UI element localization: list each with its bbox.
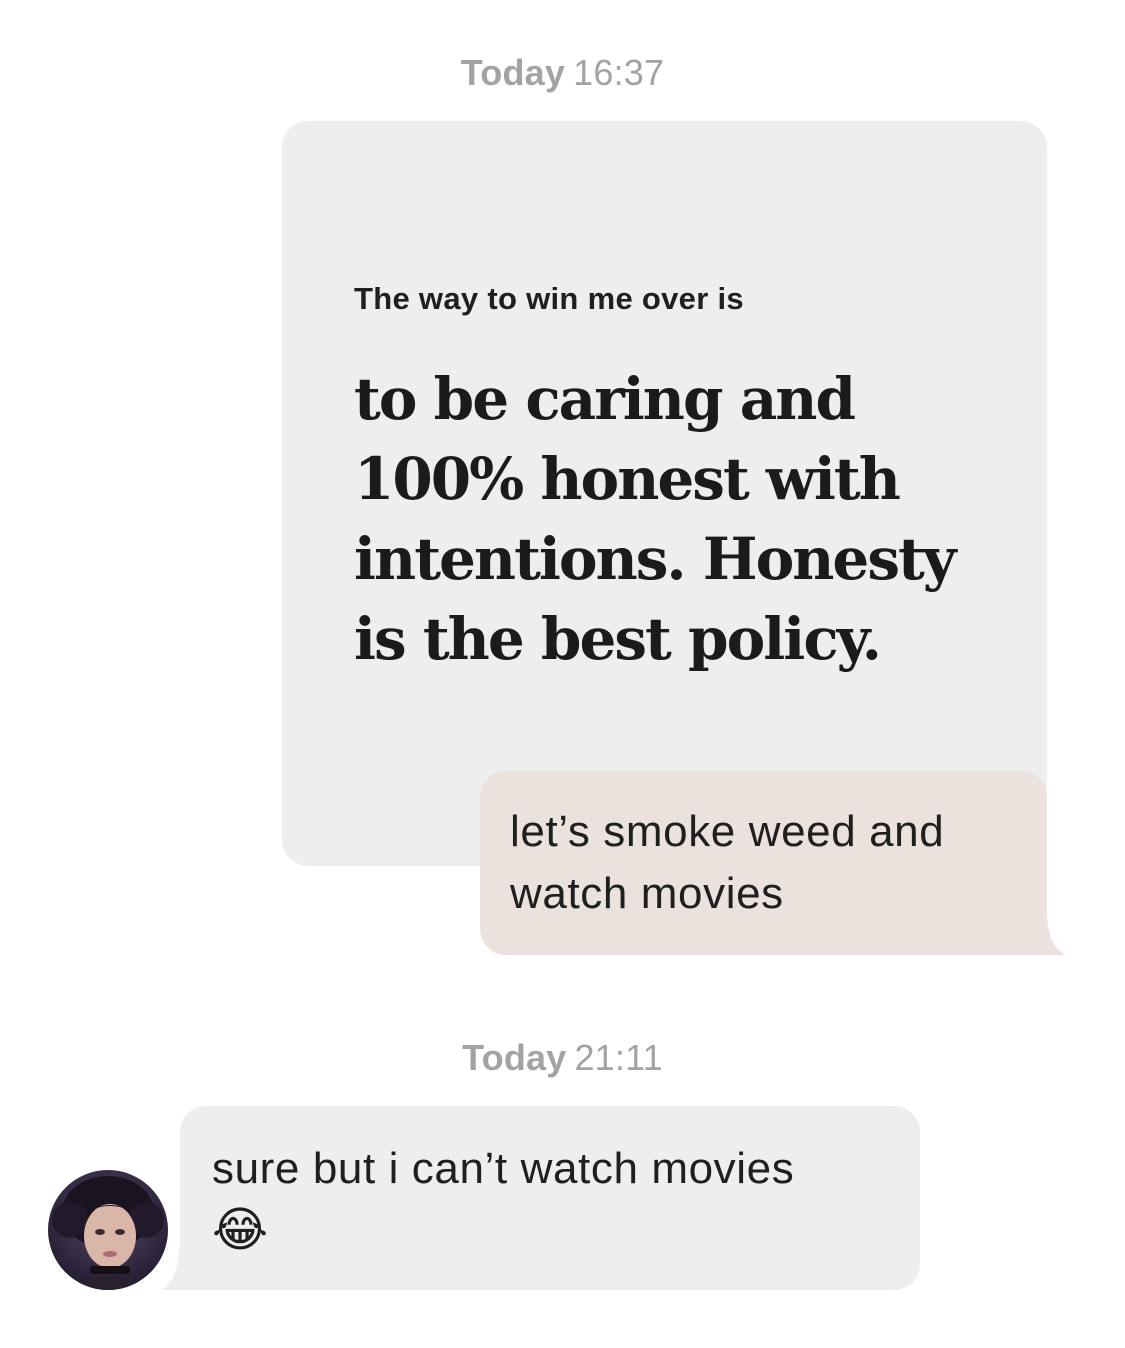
- timestamp-time: 16:37: [573, 52, 665, 93]
- incoming-message-text: sure but i can’t watch movies 😂: [212, 1138, 902, 1263]
- prompt-answer: to be caring and 100% honest with intent…: [354, 365, 956, 673]
- profile-photo-avatar: [48, 1170, 168, 1290]
- avatar[interactable]: [48, 1170, 168, 1290]
- incoming-message-body: sure but i can’t watch movies: [212, 1144, 795, 1193]
- timestamp-time: 21:11: [574, 1037, 663, 1078]
- outgoing-message-bubble[interactable]: let’s smoke weed and watch movies: [480, 771, 1047, 955]
- timestamp-day: Today: [462, 1037, 567, 1078]
- prompt-question: The way to win me over is: [354, 281, 744, 316]
- prompt-card[interactable]: The way to win me over is to be caring a…: [282, 121, 1047, 866]
- timestamp-1: Today 16:37: [0, 52, 1125, 94]
- incoming-message-bubble[interactable]: sure but i can’t watch movies 😂: [180, 1106, 920, 1290]
- incoming-bubble-tail: [160, 1250, 200, 1290]
- timestamp-2: Today 21:11: [0, 1037, 1125, 1079]
- laughing-crying-emoji-icon: 😂: [212, 1204, 269, 1257]
- timestamp-day: Today: [460, 52, 566, 93]
- outgoing-message-text: let’s smoke weed and watch movies: [510, 807, 945, 918]
- outgoing-bubble-tail: [1026, 915, 1066, 955]
